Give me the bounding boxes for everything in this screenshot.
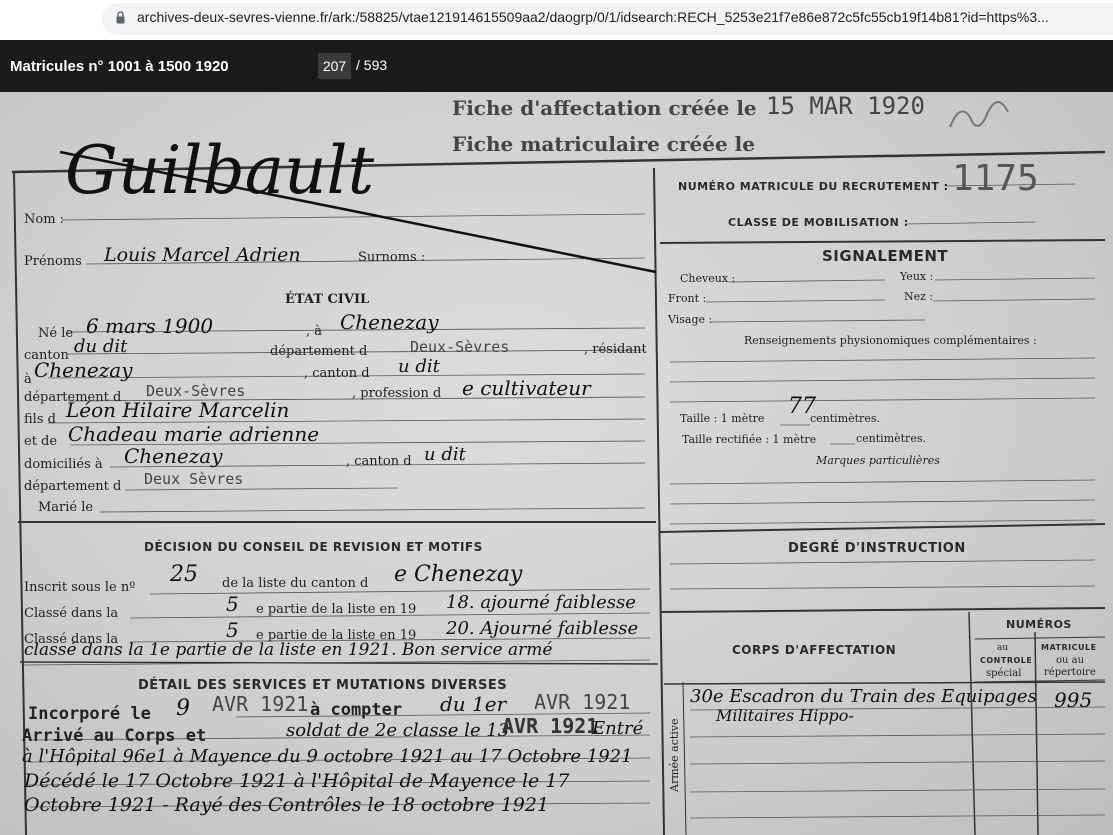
incorpore-label: Incorporé le bbox=[28, 704, 151, 724]
fils-value: Léon Hilaire Marcelin bbox=[66, 398, 290, 422]
numeros-title: NUMÉROS bbox=[1006, 618, 1072, 631]
resident-label: , résidant bbox=[584, 342, 647, 357]
inscrit-label: Inscrit sous le nº bbox=[24, 580, 136, 595]
et-de-value: Chadeau marie adrienne bbox=[68, 422, 320, 446]
visage-label: Visage : bbox=[668, 313, 713, 326]
taille-rectifiee-label: Taille rectifiée : 1 mètre bbox=[682, 433, 817, 446]
canton2-label: , canton d bbox=[304, 366, 370, 381]
a-value: Chenezay bbox=[340, 310, 439, 334]
etat-civil-title: ÉTAT CIVIL bbox=[285, 292, 370, 307]
canton2-value: u dit bbox=[398, 356, 440, 377]
numero-matricule-value: 1175 bbox=[952, 158, 1039, 199]
partie1-value: 18. ajourné faiblesse bbox=[446, 592, 636, 613]
arrive-stamp: AVR 1921 bbox=[502, 714, 599, 738]
controle-label-1: au bbox=[997, 643, 1009, 653]
controle-label-2: CONTROLE bbox=[980, 656, 1033, 665]
fils-label: fils d bbox=[24, 412, 56, 427]
domicilies-value: Chenezay bbox=[124, 444, 223, 468]
classe1-value: 5 bbox=[226, 592, 239, 616]
fiche-affectation-stamp: 15 MAR 1920 bbox=[766, 92, 925, 120]
cheveux-label: Cheveux : bbox=[680, 272, 736, 285]
classe1-label: Classé dans la bbox=[24, 606, 119, 621]
taille-label: Taille : 1 mètre bbox=[680, 412, 765, 425]
canton3-label: , canton d bbox=[346, 454, 412, 469]
departement-d-label: département d bbox=[270, 344, 368, 359]
marques-label: Marques particulières bbox=[816, 454, 940, 467]
signalement-title: SIGNALEMENT bbox=[822, 247, 949, 265]
nom-label: Nom : bbox=[24, 212, 65, 227]
ne-le-label: Né le bbox=[38, 326, 74, 341]
domicilies-label: domiciliés à bbox=[24, 457, 103, 472]
incorpore-stamp: AVR 1921 bbox=[212, 692, 309, 716]
incorpore-value: 9 bbox=[176, 696, 190, 721]
corps-value-1: 30e Escadron du Train des Equipages bbox=[690, 686, 1037, 707]
lock-icon bbox=[116, 11, 125, 24]
repertoire-label-2: ou au bbox=[1056, 655, 1085, 666]
repertoire-label-3: répertoire bbox=[1044, 667, 1096, 678]
surnoms-label: Surnoms : bbox=[358, 250, 426, 265]
armee-active-label: Armée active bbox=[668, 718, 681, 792]
departement3-label: département d bbox=[24, 479, 122, 494]
liste-canton-value: e Chenezay bbox=[394, 562, 523, 587]
yeux-label: Yeux : bbox=[900, 270, 934, 283]
document-title: Matricules n° 1001 à 1500 1920 bbox=[10, 58, 229, 75]
nez-label: Nez : bbox=[904, 290, 934, 303]
decision-title: DÉCISION DU CONSEIL DE REVISION ET MOTIF… bbox=[144, 540, 483, 554]
arrive-value: soldat de 2e classe le 13 bbox=[286, 720, 510, 741]
front-label: Front : bbox=[668, 292, 707, 305]
liste-canton-label: de la liste du canton d bbox=[222, 576, 369, 591]
partie1-label: e partie de la liste en 19 bbox=[256, 602, 417, 617]
canton-value: du dit bbox=[74, 336, 128, 357]
nom-value: Guilbault bbox=[65, 132, 375, 209]
centimetres2-label: centimètres. bbox=[856, 432, 926, 445]
classe2-value: 5 bbox=[226, 618, 239, 642]
departement-d-value: Deux-Sèvres bbox=[410, 338, 510, 356]
classe-mobilisation-label: CLASSE DE MOBILISATION : bbox=[728, 216, 909, 229]
a2-label: à bbox=[24, 372, 32, 387]
url-text[interactable]: archives-deux-sevres-vienne.fr/ark:/5882… bbox=[137, 9, 1049, 25]
renseignements-label: Renseignements physionomiques complément… bbox=[744, 334, 1037, 347]
departement3-value: Deux Sèvres bbox=[144, 470, 244, 488]
centimetres-label: centimètres. bbox=[810, 412, 880, 425]
marie-label: Marié le bbox=[38, 500, 94, 515]
classe3-value: classé dans la 1e partie de la liste en … bbox=[24, 640, 553, 660]
partie2-value: 20. Ajourné faiblesse bbox=[446, 618, 639, 639]
prenoms-value: Louis Marcel Adrien bbox=[104, 244, 301, 266]
canton3-value: u dit bbox=[424, 444, 466, 465]
page-number-input[interactable]: 207 bbox=[318, 53, 351, 79]
prenoms-label: Prénoms bbox=[24, 254, 82, 269]
arrive-label: Arrivé au Corps et bbox=[22, 726, 207, 746]
repertoire-label-1: MATRICULE bbox=[1041, 643, 1097, 652]
fiche-matriculaire-label: Fiche matriculaire créée le bbox=[452, 132, 755, 156]
corps-title: CORPS D'AFFECTATION bbox=[732, 643, 897, 657]
controle-label-3: spécial bbox=[986, 668, 1022, 679]
profession-label: , profession d bbox=[352, 386, 442, 401]
corps-value-2: Militaires Hippo- bbox=[716, 706, 854, 725]
browser-address-bar: archives-deux-sevres-vienne.fr/ark:/5882… bbox=[0, 0, 1113, 40]
compter-label: à compter bbox=[310, 700, 403, 720]
a-label: , à bbox=[306, 324, 323, 339]
entre-value: Entré bbox=[592, 718, 644, 739]
degre-title: DEGRÉ D'INSTRUCTION bbox=[788, 541, 966, 556]
inscrit-value: 25 bbox=[170, 562, 198, 587]
scanned-document[interactable]: Fiche d'affectation créée le 15 MAR 1920… bbox=[0, 92, 1113, 835]
a2-value: Chenezay bbox=[34, 358, 133, 382]
fiche-affectation-label: Fiche d'affectation créée le bbox=[452, 96, 757, 120]
numero-matricule-label: NUMÉRO MATRICULE DU RECRUTEMENT : bbox=[678, 180, 949, 193]
detail-line-2: à l'Hôpital 96e1 à Mayence du 9 octobre … bbox=[22, 746, 633, 767]
profession-value: e cultivateur bbox=[462, 376, 591, 400]
detail-title: DÉTAIL DES SERVICES ET MUTATIONS DIVERSE… bbox=[138, 678, 508, 693]
et-de-label: et de bbox=[24, 434, 58, 449]
ne-le-value: 6 mars 1900 bbox=[86, 314, 214, 338]
detail-line-4: Octobre 1921 - Rayé des Contrôles le 18 … bbox=[24, 794, 550, 816]
compter-stamp: AVR 1921 bbox=[534, 690, 631, 714]
detail-line-3: Décédé le 17 Octobre 1921 à l'Hôpital de… bbox=[24, 770, 570, 792]
repertoire-value: 995 bbox=[1054, 688, 1093, 712]
page-total: / 593 bbox=[356, 57, 388, 73]
compter-value: du 1er bbox=[440, 692, 507, 716]
